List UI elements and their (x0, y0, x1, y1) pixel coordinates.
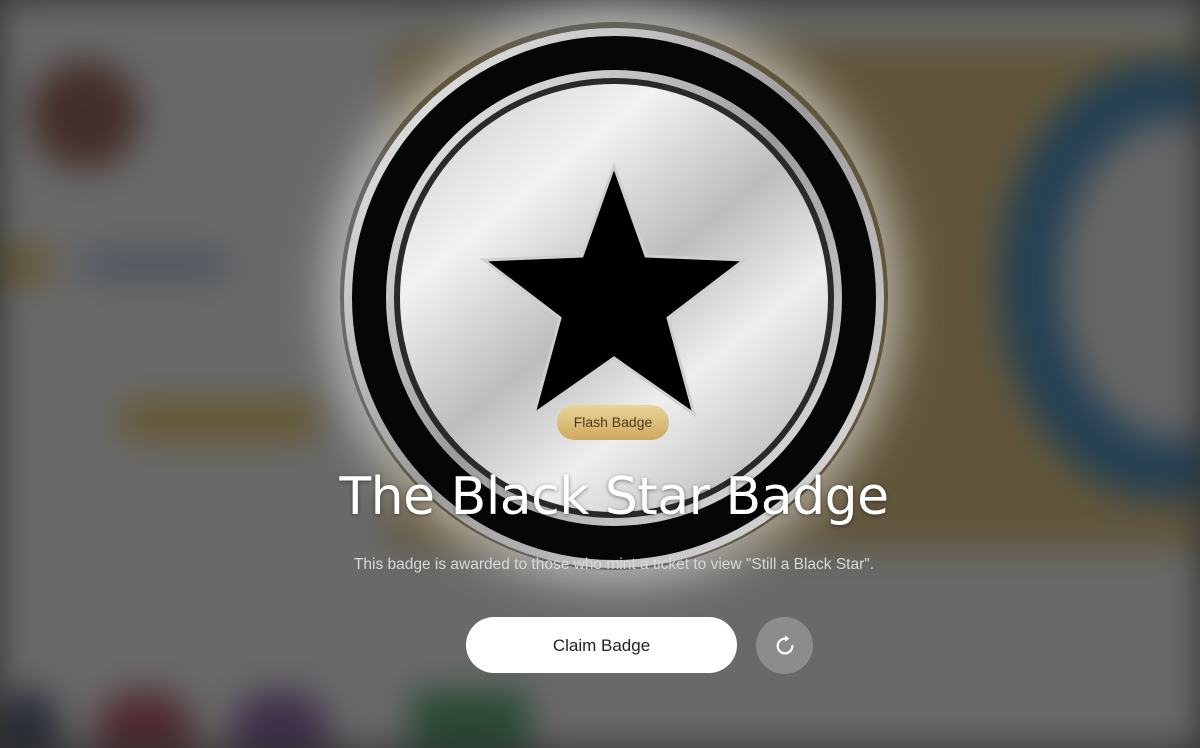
badge-description: This badge is awarded to those who mint … (353, 556, 875, 573)
refresh-icon (776, 634, 793, 654)
badge-title: The Black Star Badge (339, 467, 889, 527)
flash-badge-label: Flash Badge (557, 405, 669, 440)
refresh-button[interactable] (756, 617, 813, 674)
badge-modal: Flash Badge The Black Star Badge This ba… (0, 0, 1200, 748)
claim-badge-button[interactable]: Claim Badge (466, 617, 737, 673)
